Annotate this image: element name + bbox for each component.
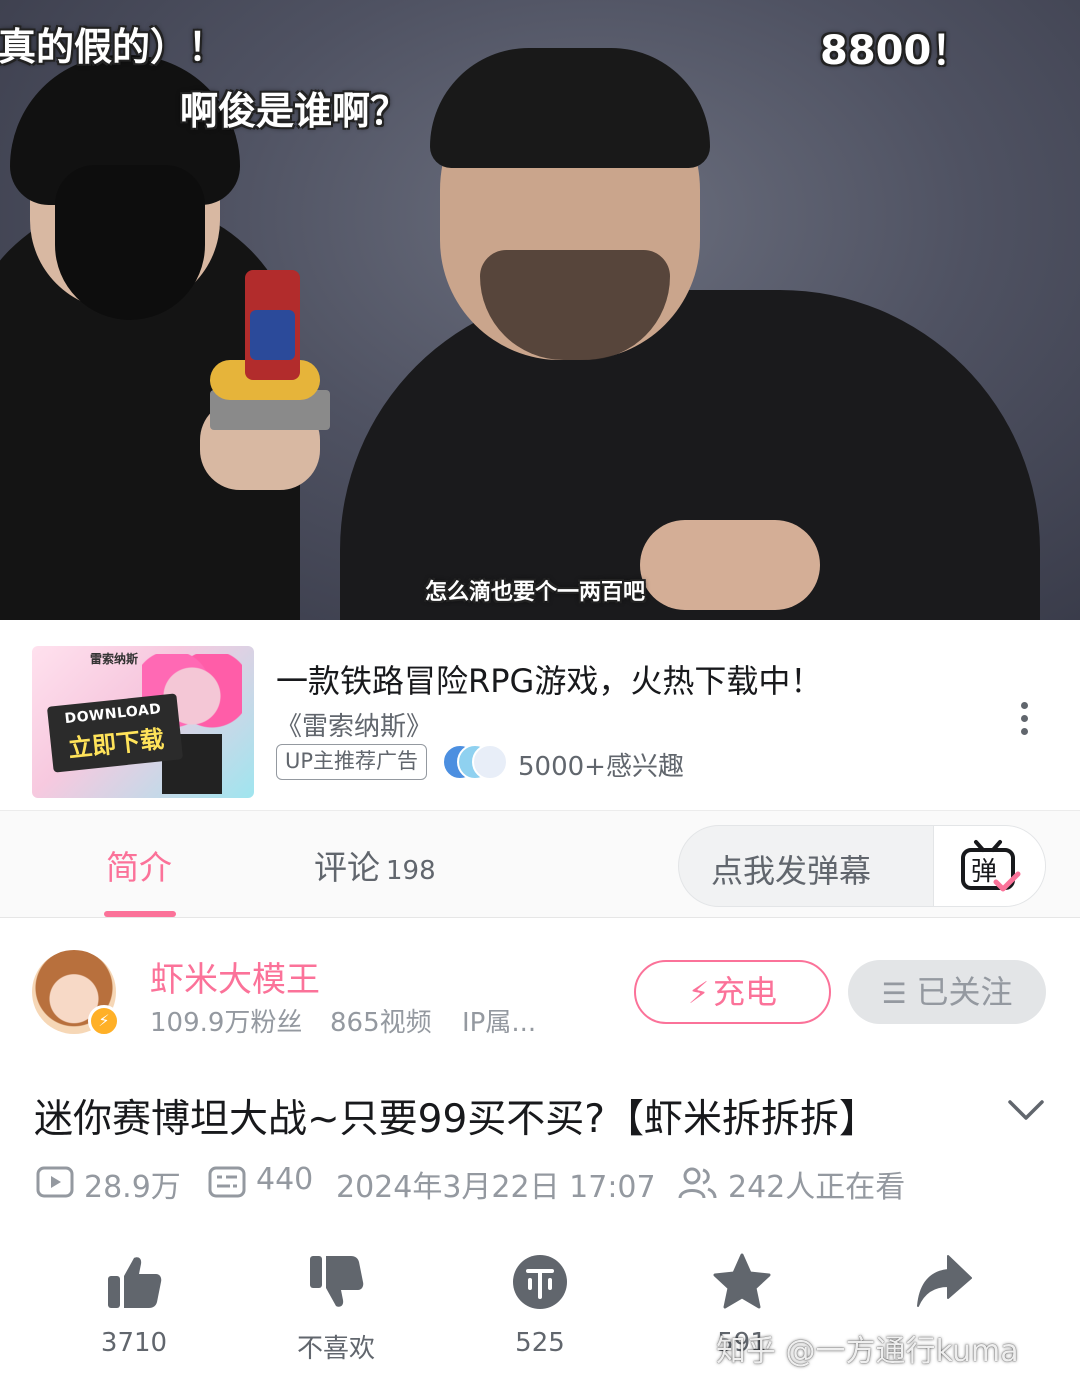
tab-intro[interactable]: 简介 — [106, 841, 172, 889]
dislike-button[interactable]: 不喜欢 — [276, 1252, 396, 1372]
video-robot-figure — [210, 270, 330, 435]
ad-interested-avatars — [442, 744, 508, 780]
follow-button[interactable]: ☰ 已关注 — [848, 960, 1046, 1024]
ad-card[interactable]: 雷索纳斯 DOWNLOAD 立即下载 一款铁路冒险RPG游戏，火热下载中！ 《雷… — [0, 620, 1080, 810]
chevron-down-icon[interactable] — [1004, 1092, 1048, 1128]
coin-icon — [513, 1255, 567, 1309]
lightning-icon: ⚡ — [687, 976, 710, 1011]
uploader-name[interactable]: 虾米大模王 — [150, 952, 320, 1001]
coin-count: 525 — [515, 1328, 565, 1358]
uploader-videos: 865视频 — [330, 1008, 432, 1038]
dislike-label: 不喜欢 — [296, 1334, 375, 1364]
like-button[interactable]: 3710 — [74, 1252, 194, 1372]
ad-thumbnail-brand: 雷索纳斯 — [90, 652, 139, 666]
video-clasped-hands — [640, 520, 820, 610]
danmaku-count-value: 440 — [256, 1162, 314, 1197]
danmaku-icon-char: 弹 — [971, 857, 997, 887]
charge-label: 充电 — [713, 973, 778, 1011]
video-face-mask — [55, 165, 205, 320]
lightning-badge-icon: ⚡ — [88, 1005, 120, 1037]
danmaku-toggle-button[interactable]: 弹 — [933, 826, 1045, 906]
follow-label: 已关注 — [916, 973, 1013, 1011]
watching-count-value: 242人正在看 — [728, 1170, 906, 1205]
star-icon — [713, 1253, 771, 1309]
thumbs-up-icon — [108, 1257, 162, 1308]
ad-subtitle: 《雷索纳斯》 — [276, 712, 433, 742]
share-icon — [917, 1255, 972, 1307]
watermark: 知乎 @一方通行kuma — [716, 1334, 1019, 1369]
tab-comments-count: 198 — [386, 856, 436, 886]
danmaku-icon: 弹 — [961, 840, 1021, 892]
ad-title[interactable]: 一款铁路冒险RPG游戏，火热下载中！ — [276, 656, 822, 702]
video-caption: 怎么滴也要个一两百吧 — [425, 580, 646, 605]
coin-button[interactable]: 525 — [480, 1252, 600, 1372]
tab-comments[interactable]: 评论 198 — [314, 841, 436, 889]
video-subtitle-top-right: 8800！ — [820, 28, 972, 74]
danmaku-placeholder: 点我发弹幕 — [711, 852, 872, 890]
video-person-right-hair — [430, 48, 710, 168]
avatar — [472, 744, 508, 780]
ad-download-badge: DOWNLOAD 立即下载 — [46, 693, 184, 773]
tab-comments-label: 评论 — [314, 848, 380, 887]
danmaku-count-icon — [208, 1166, 246, 1198]
view-count-value: 28.9万 — [84, 1170, 181, 1205]
uploader-ip: IP属... — [462, 1008, 537, 1038]
thumbs-down-icon — [310, 1256, 364, 1307]
video-subtitle-mid-left: 啊俊是谁啊？ — [180, 89, 409, 133]
uploader-fans: 109.9万粉丝 — [150, 1008, 303, 1038]
more-options-icon[interactable] — [1006, 696, 1042, 744]
tab-active-indicator — [104, 911, 176, 917]
menu-lines-icon: ☰ — [881, 977, 907, 1010]
play-count-icon — [36, 1166, 74, 1198]
video-subtitle-top-left: 真的假的）！ — [0, 25, 227, 69]
detail-tabs: 简介 评论 198 点我发弹幕 弹 — [0, 810, 1080, 918]
ad-tag: UP主推荐广告 — [276, 744, 428, 780]
people-icon — [678, 1167, 717, 1199]
charge-button[interactable]: ⚡ 充电 — [634, 960, 831, 1024]
video-title: 迷你赛博坦大战~只要99买不买?【虾米拆拆拆】 — [34, 1097, 879, 1142]
ad-thumbnail[interactable]: 雷索纳斯 DOWNLOAD 立即下载 — [32, 646, 254, 798]
video-player[interactable]: 真的假的）！ 啊俊是谁啊？ 8800！ 怎么滴也要个一两百吧 — [0, 0, 1080, 620]
publish-date-value: 2024年3月22日 17:07 — [336, 1170, 656, 1205]
like-count: 3710 — [100, 1328, 168, 1358]
ad-interest-count: 5000+感兴趣 — [518, 752, 684, 782]
danmaku-input[interactable]: 点我发弹幕 弹 — [678, 825, 1046, 907]
